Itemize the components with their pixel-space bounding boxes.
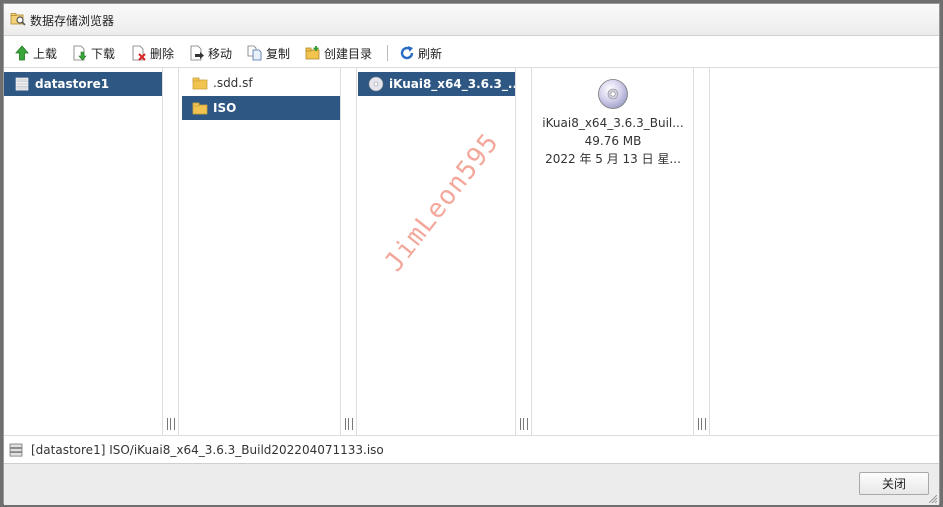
upload-label: 上载 [33, 46, 58, 61]
download-label: 下载 [91, 46, 116, 61]
folder-item-iso[interactable]: ISO [182, 96, 340, 120]
file-preview: iKuai8_x64_3.6.3_Buil... 49.76 MB 2022 年… [533, 78, 693, 168]
refresh-button[interactable]: 刷新 [399, 44, 442, 62]
column-browser: datastore1 .sdd.sf ISO iKuai8_x64_3.6.3_… [4, 68, 939, 435]
download-file-icon [73, 45, 87, 61]
folder-icon [192, 77, 208, 90]
folder-label: .sdd.sf [213, 76, 253, 90]
column-resize-handle-4[interactable] [694, 68, 710, 435]
datastore-browser-icon [10, 13, 26, 26]
move-button[interactable]: 移动 [189, 44, 232, 62]
datastore-item[interactable]: datastore1 [4, 72, 162, 96]
folder-icon [192, 102, 208, 115]
status-bar: [datastore1] ISO/iKuai8_x64_3.6.3_Build2… [4, 435, 939, 463]
grip-icon [698, 418, 706, 430]
resize-corner-icon[interactable] [929, 495, 937, 503]
move-label: 移动 [208, 46, 233, 61]
new-folder-icon [305, 46, 320, 60]
disc-image-icon [598, 79, 628, 109]
preview-file-name: iKuai8_x64_3.6.3_Buil... [542, 116, 684, 130]
refresh-label: 刷新 [418, 46, 443, 61]
create-directory-button[interactable]: 创建目录 [305, 44, 372, 62]
move-file-icon [190, 45, 204, 61]
file-item-iso[interactable]: iKuai8_x64_3.6.3_... [358, 72, 515, 96]
disc-icon [368, 76, 384, 92]
delete-button[interactable]: 删除 [131, 44, 174, 62]
upload-arrow-icon [15, 45, 29, 61]
column-resize-handle-2[interactable] [341, 68, 357, 435]
empty-column-area [711, 68, 939, 435]
copy-file-icon [247, 45, 262, 61]
copy-label: 复制 [266, 46, 291, 61]
copy-button[interactable]: 复制 [247, 44, 290, 62]
grip-icon [167, 418, 175, 430]
create-directory-label: 创建目录 [324, 46, 373, 61]
folder-item-sdd-sf[interactable]: .sdd.sf [182, 71, 341, 95]
upload-button[interactable]: 上载 [14, 44, 57, 62]
refresh-icon [400, 46, 414, 60]
datastore-icon [9, 443, 23, 456]
folder-column: .sdd.sf ISO [180, 68, 341, 435]
preview-file-date: 2022 年 5 月 13 日 星... [545, 152, 681, 166]
datastore-icon [15, 77, 29, 91]
datastore-column: datastore1 [4, 68, 163, 435]
folder-label: ISO [213, 101, 237, 115]
column-resize-handle-3[interactable] [516, 68, 532, 435]
datastore-label: datastore1 [35, 77, 110, 91]
dialog-footer: 关闭 [4, 463, 939, 505]
datastore-browser-dialog: 数据存储浏览器 上载 下载 删除 移动 复制 创建目录 刷新 datastore… [3, 3, 940, 505]
close-button[interactable]: 关闭 [859, 472, 929, 495]
delete-file-icon [132, 45, 146, 61]
window-title: 数据存储浏览器 [30, 14, 115, 28]
preview-column: iKuai8_x64_3.6.3_Buil... 49.76 MB 2022 年… [533, 68, 694, 435]
preview-file-size: 49.76 MB [584, 134, 642, 148]
delete-label: 删除 [150, 46, 175, 61]
file-label: iKuai8_x64_3.6.3_... [389, 77, 515, 91]
download-button[interactable]: 下载 [72, 44, 115, 62]
grip-icon [345, 418, 353, 430]
toolbar-separator [387, 45, 388, 61]
file-column: iKuai8_x64_3.6.3_... [358, 68, 516, 435]
toolbar: 上载 下载 删除 移动 复制 创建目录 刷新 [4, 37, 939, 68]
grip-icon [520, 418, 528, 430]
column-resize-handle-1[interactable] [163, 68, 179, 435]
title-bar: 数据存储浏览器 [4, 4, 939, 36]
selected-path: [datastore1] ISO/iKuai8_x64_3.6.3_Build2… [31, 442, 384, 457]
